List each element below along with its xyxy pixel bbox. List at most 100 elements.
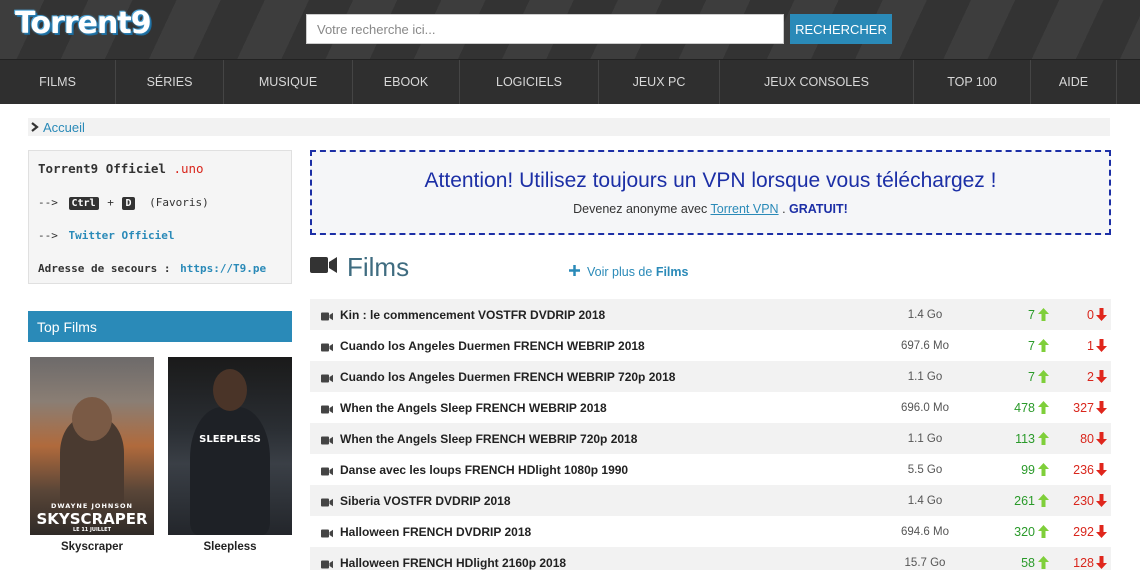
torrent-seeders: 261: [1014, 493, 1035, 508]
table-row[interactable]: Cuando los Angeles Duermen FRENCH WEBRIP…: [310, 330, 1111, 361]
plus-icon: [569, 263, 580, 281]
twitter-link[interactable]: Twitter Officiel: [69, 229, 175, 242]
torrent-size: 1.4 Go: [907, 308, 943, 321]
torrent-seeders: 7: [1028, 307, 1035, 322]
table-row[interactable]: Halloween FRENCH DVDRIP 2018 694.6 Mo 320 2…: [310, 516, 1111, 547]
torrent-seeders: 58: [1021, 555, 1035, 570]
torrent-seeders: 7: [1028, 369, 1035, 384]
nav-item-top-100[interactable]: TOP 100: [914, 60, 1031, 104]
poster-sleepless[interactable]: SLEEPLESS: [168, 357, 292, 535]
official-info-box: Torrent9 Officiel .uno --> Ctrl + D (Fav…: [28, 150, 292, 284]
torrent-table: Kin : le commencement VOSTFR DVDRIP 2018…: [310, 299, 1111, 570]
torrent-title-link[interactable]: Kin : le commencement VOSTFR DVDRIP 2018: [340, 308, 605, 322]
video-camera-icon: [321, 465, 333, 479]
poster-title: SLEEPLESS: [199, 434, 261, 445]
poster-skyscraper[interactable]: DWAYNE JOHNSON SKYSCRAPER LE 11 JUILLET: [30, 357, 154, 535]
arrow-up-icon: [1038, 370, 1049, 386]
arrow-down-icon: [1096, 463, 1107, 479]
vpn-sub-dot: .: [782, 202, 786, 216]
vpn-subtitle: Devenez anonyme avec Torrent VPN . GRATU…: [312, 202, 1109, 216]
arrow-down-icon: [1096, 494, 1107, 510]
table-row[interactable]: When the Angels Sleep FRENCH WEBRIP 720p…: [310, 423, 1111, 454]
torrent-title-link[interactable]: When the Angels Sleep FRENCH WEBRIP 2018: [340, 401, 607, 415]
table-row[interactable]: Cuando los Angeles Duermen FRENCH WEBRIP…: [310, 361, 1111, 392]
nav-item-logiciels[interactable]: LOGICIELS: [460, 60, 599, 104]
info-title-text: Torrent9 Officiel: [38, 161, 166, 176]
nav-item-ebook[interactable]: EBOOK: [353, 60, 460, 104]
main-nav: FILMS SÉRIES MUSIQUE EBOOK LOGICIELS JEU…: [0, 59, 1140, 104]
torrent-size: 694.6 Mo: [901, 525, 949, 538]
torrent-leechers: 128: [1073, 555, 1094, 570]
nav-item-musique[interactable]: MUSIQUE: [224, 60, 353, 104]
arrow-down-icon: [1096, 308, 1107, 324]
nav-item-jeux-consoles[interactable]: JEUX CONSOLES: [720, 60, 914, 104]
vpn-free-label: GRATUIT!: [789, 202, 848, 216]
nav-item-series[interactable]: SÉRIES: [116, 60, 224, 104]
table-row[interactable]: When the Angels Sleep FRENCH WEBRIP 2018…: [310, 392, 1111, 423]
site-logo[interactable]: Torrent9: [15, 6, 152, 41]
table-row[interactable]: Danse avec les loups FRENCH HDlight 1080…: [310, 454, 1111, 485]
torrent-size: 1.1 Go: [907, 370, 943, 383]
plus-text: +: [107, 196, 114, 209]
torrent-leechers: 80: [1080, 431, 1094, 446]
twitter-row: --> Twitter Officiel: [38, 229, 174, 242]
arrow-up-icon: [1038, 494, 1049, 510]
torrent-leechers: 2: [1087, 369, 1094, 384]
search-button[interactable]: RECHERCHER: [790, 14, 892, 44]
arrow-down-icon: [1096, 525, 1107, 541]
see-more-text: Voir plus de: [587, 265, 653, 279]
torrent-title-link[interactable]: Cuando los Angeles Duermen FRENCH WEBRIP…: [340, 339, 645, 353]
table-row[interactable]: Kin : le commencement VOSTFR DVDRIP 2018…: [310, 299, 1111, 330]
arrow-up-icon: [1038, 339, 1049, 355]
chevron-right-icon: [30, 120, 39, 135]
table-row[interactable]: Halloween FRENCH HDlight 2160p 2018 15.7 …: [310, 547, 1111, 570]
films-heading: Films: [347, 251, 410, 282]
arrow-down-icon: [1096, 370, 1107, 386]
arrow-up-icon: [1038, 525, 1049, 541]
poster-date: LE 11 JUILLET: [72, 527, 112, 533]
torrent-title-link[interactable]: Cuando los Angeles Duermen FRENCH WEBRIP…: [340, 370, 675, 384]
nav-item-jeux-pc[interactable]: JEUX PC: [599, 60, 720, 104]
torrent-title-link[interactable]: When the Angels Sleep FRENCH WEBRIP 720p…: [340, 432, 637, 446]
arrow-down-icon: [1096, 401, 1107, 417]
torrent-size: 697.6 Mo: [901, 339, 949, 352]
table-row[interactable]: Siberia VOSTFR DVDRIP 2018 1.4 Go 261 230: [310, 485, 1111, 516]
video-camera-icon: [321, 434, 333, 448]
poster-caption[interactable]: Skyscraper: [30, 541, 154, 553]
nav-item-aide[interactable]: AIDE: [1031, 60, 1117, 104]
torrent-leechers: 327: [1073, 400, 1094, 415]
info-title-suffix: .uno: [173, 161, 204, 176]
backup-row: Adresse de secours : https://T9.pe: [38, 262, 266, 275]
nav-item-films[interactable]: FILMS: [0, 60, 116, 104]
poster-caption[interactable]: Sleepless: [168, 541, 292, 553]
torrent-vpn-link[interactable]: Torrent VPN: [711, 202, 779, 216]
breadcrumb: Accueil: [28, 118, 1110, 136]
arrow-down-icon: [1096, 432, 1107, 448]
torrent-leechers: 292: [1073, 524, 1094, 539]
video-camera-icon: [321, 341, 333, 355]
see-more-bold: Films: [655, 265, 689, 279]
info-title: Torrent9 Officiel .uno: [38, 161, 204, 176]
backup-link[interactable]: https://T9.pe: [180, 262, 266, 275]
torrent-leechers: 230: [1073, 493, 1094, 508]
torrent-leechers: 0: [1087, 307, 1094, 322]
video-camera-icon: [321, 372, 333, 386]
d-key: D: [122, 197, 135, 210]
torrent-title-link[interactable]: Halloween FRENCH DVDRIP 2018: [340, 525, 531, 539]
torrent-title-link[interactable]: Siberia VOSTFR DVDRIP 2018: [340, 494, 511, 508]
video-camera-icon: [310, 256, 337, 279]
torrent-title-link[interactable]: Halloween FRENCH HDlight 2160p 2018: [340, 556, 566, 570]
torrent-seeders: 320: [1014, 524, 1035, 539]
site-header: Torrent9 RECHERCHER: [0, 0, 1140, 59]
torrent-seeders: 113: [1015, 431, 1035, 446]
favoris-label: (Favoris): [149, 196, 209, 209]
arrow-up-icon: [1038, 463, 1049, 479]
search-input[interactable]: [306, 14, 784, 44]
video-camera-icon: [321, 558, 333, 570]
poster-figure: [190, 407, 270, 535]
vpn-title: Attention! Utilisez toujours un VPN lors…: [424, 169, 997, 192]
torrent-leechers: 1: [1087, 338, 1094, 353]
torrent-title-link[interactable]: Danse avec les loups FRENCH HDlight 1080…: [340, 463, 628, 477]
see-more-films-link[interactable]: Voir plus de Films: [569, 263, 688, 281]
breadcrumb-home-link[interactable]: Accueil: [43, 120, 85, 135]
